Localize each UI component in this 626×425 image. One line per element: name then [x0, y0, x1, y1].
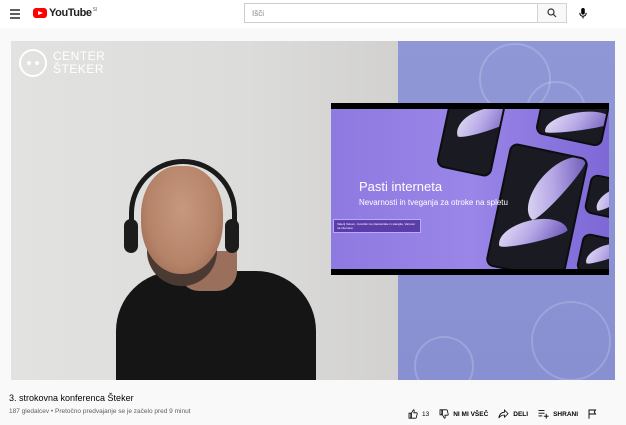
menu-icon[interactable]: [10, 9, 20, 19]
video-meta: 187 gledalcev • Pretočno predvajanje se …: [9, 408, 191, 415]
logo-country-code: SI: [92, 7, 98, 13]
center-steker-logo: CENTER ŠTEKER: [19, 49, 105, 77]
phone-image: [534, 109, 609, 148]
decorative-ring: [531, 301, 611, 380]
share-label: DELI: [513, 410, 529, 418]
voice-search-button[interactable]: [575, 5, 591, 21]
headphones-earcup-right: [225, 219, 239, 253]
flag-icon: [588, 409, 597, 419]
logo-text: YouTube: [49, 7, 92, 19]
slide-speaker-tag: Valerij Vekom, Uvodnik za mladostnike in…: [333, 219, 421, 233]
share-icon: [498, 409, 509, 419]
phone-image: [575, 232, 609, 269]
video-player[interactable]: CENTER ŠTEKER Pasti interneta Nevarnosti…: [11, 41, 615, 380]
headphones-earcup-left: [124, 219, 138, 253]
slide-title: Pasti interneta: [359, 179, 443, 194]
share-button[interactable]: DELI: [498, 409, 528, 419]
video-actions: 13 NI MI VŠEČ DELI SHRANI: [408, 409, 611, 419]
report-button[interactable]: [588, 409, 601, 419]
presentation-slide: Pasti interneta Nevarnosti in tveganja z…: [331, 103, 609, 275]
youtube-play-icon: [33, 8, 47, 18]
thumbs-down-icon: [439, 409, 449, 419]
search-icon: [547, 8, 557, 18]
like-button[interactable]: 13: [408, 409, 429, 419]
playlist-add-icon: [538, 410, 549, 419]
like-count: 13: [422, 410, 430, 418]
slide-subtitle: Nevarnosti in tveganja za otroke na sple…: [359, 198, 508, 207]
phone-image: [435, 109, 507, 178]
save-label: SHRANI: [553, 410, 579, 418]
thumbs-up-icon: [408, 409, 418, 419]
phone-image: [583, 173, 609, 221]
save-button[interactable]: SHRANI: [538, 409, 578, 419]
search-button[interactable]: [537, 3, 567, 23]
dislike-label: NI MI VŠEČ: [453, 410, 489, 418]
microphone-icon: [579, 7, 587, 18]
search-input[interactable]: Išči: [244, 3, 537, 23]
brand-line-2: ŠTEKER: [53, 62, 105, 76]
dislike-button[interactable]: NI MI VŠEČ: [439, 409, 488, 419]
youtube-logo[interactable]: YouTube SI: [33, 7, 97, 19]
video-title: 3. strokovna konferenca Šteker: [9, 393, 134, 403]
top-bar: YouTube SI Išči: [0, 0, 626, 28]
plug-logo-icon: [19, 49, 47, 77]
